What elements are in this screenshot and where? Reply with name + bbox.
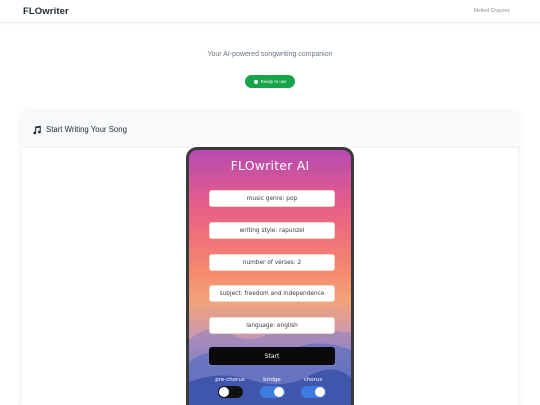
tagline: Your AI-powered songwriting companion <box>207 51 333 58</box>
app-title: FLOwriter AI <box>230 158 310 173</box>
bridge-toggle-group: bridge <box>252 377 292 403</box>
subject-field[interactable]: subject: freedom and independence <box>209 285 335 302</box>
account-name[interactable]: Melted Crayons <box>474 8 510 14</box>
pre-chorus-toggle-group: pre-chorus <box>210 377 250 403</box>
toggle-knob <box>314 387 325 397</box>
pre-chorus-toggle[interactable] <box>217 386 243 398</box>
toggle-knob <box>218 387 229 397</box>
bridge-label: bridge <box>263 377 281 383</box>
status-badge: Ready to use <box>245 75 295 88</box>
card-title: Start Writing Your Song <box>46 125 127 134</box>
verse-count-field[interactable]: number of verses: 2 <box>209 254 335 271</box>
top-navbar: FLOwriter Melted Crayons <box>0 0 540 23</box>
pre-chorus-label: pre-chorus <box>215 377 245 383</box>
card-header: Start Writing Your Song <box>22 112 518 148</box>
music-note-icon <box>33 125 41 134</box>
music-genre-field[interactable]: music genre: pop <box>209 190 335 207</box>
status-dot-icon <box>253 79 258 84</box>
toggle-knob <box>273 387 284 397</box>
writing-style-field[interactable]: writing style: rapunzel <box>209 222 335 239</box>
start-button[interactable]: Start <box>209 347 335 365</box>
chorus-label: chorus <box>303 377 323 383</box>
language-field[interactable]: language: english <box>209 317 335 334</box>
phone-mockup: FLOwriter AI music genre: pop writing st… <box>186 147 354 405</box>
status-text: Ready to use <box>260 79 287 84</box>
brand-logo[interactable]: FLOwriter <box>23 6 69 17</box>
chorus-toggle-group: chorus <box>293 377 333 403</box>
chorus-toggle[interactable] <box>300 386 326 398</box>
phone-screen: FLOwriter AI music genre: pop writing st… <box>189 150 351 405</box>
bridge-toggle[interactable] <box>259 386 285 398</box>
